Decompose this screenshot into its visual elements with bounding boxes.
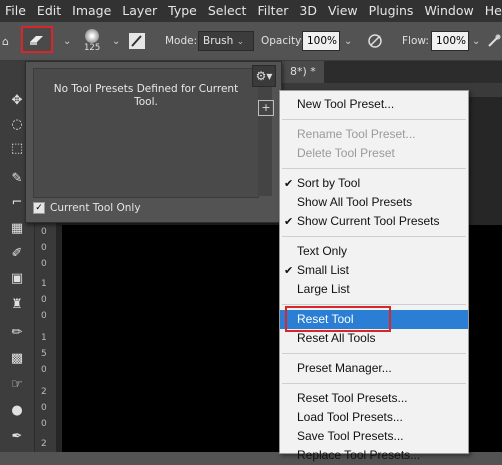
menu-edit[interactable]: Edit xyxy=(32,0,67,22)
menu-file[interactable]: File xyxy=(0,0,32,22)
menu-item-reset-tool-presets[interactable]: Reset Tool Presets... xyxy=(280,389,468,408)
menu-plugins[interactable]: Plugins xyxy=(364,0,420,22)
menu-bar: File Edit Image Layer Type Select Filter… xyxy=(0,0,502,22)
menu-item-rename-tool-preset: Rename Tool Preset... xyxy=(297,127,416,141)
menu-item-preset-manager[interactable]: Preset Manager... xyxy=(280,359,468,378)
menu-item-show-all-tool-presets[interactable]: Show All Tool Presets xyxy=(280,193,468,212)
brush-size-preview[interactable]: 125 xyxy=(84,22,100,60)
eyedropper-tool-icon[interactable]: ✎ xyxy=(9,171,25,187)
menu-separator xyxy=(282,119,466,120)
ruler-mark: 0 xyxy=(41,311,47,321)
lasso-tool-icon[interactable]: ◌ xyxy=(9,117,25,133)
brush-settings-icon[interactable] xyxy=(128,22,146,60)
menu-item-new-tool-preset[interactable]: New Tool Preset... xyxy=(280,95,468,114)
flow-input[interactable]: 100% xyxy=(431,31,469,51)
menu-separator xyxy=(282,304,466,305)
menu-window[interactable]: Window xyxy=(419,0,479,22)
menu-item-small-list[interactable]: Small List xyxy=(280,261,468,280)
brush-tool-icon[interactable]: ✏ xyxy=(9,325,25,341)
patch-tool-icon[interactable]: ▣ xyxy=(9,271,25,287)
eraser-icon xyxy=(30,35,43,45)
clone-stamp-tool-icon[interactable]: ♜ xyxy=(9,297,25,313)
empty-presets-message: No Tool Presets Defined for Current Tool… xyxy=(53,83,239,108)
ruler-mark: 2 xyxy=(41,387,47,397)
menu-item-text-only[interactable]: Text Only xyxy=(280,242,468,261)
crop-tool-icon[interactable]: ⌐ xyxy=(9,195,25,211)
opacity-label: Opacity: xyxy=(261,35,305,47)
ruler-mark: 5 xyxy=(41,349,47,359)
preset-list[interactable]: No Tool Presets Defined for Current Tool… xyxy=(33,68,259,198)
brush-picker-chevron-icon[interactable]: ⌄ xyxy=(108,22,120,60)
mode-value: Brush xyxy=(203,35,234,47)
smudge-tool-icon[interactable]: ☞ xyxy=(9,377,25,393)
tool-presets-panel: No Tool Presets Defined for Current Tool… xyxy=(25,61,282,223)
mode-label: Mode: xyxy=(165,35,198,47)
brush-tip-icon xyxy=(85,29,100,43)
menu-item-load-tool-presets[interactable]: Load Tool Presets... xyxy=(280,408,468,427)
brush-size-value: 125 xyxy=(84,43,101,53)
menu-separator xyxy=(282,353,466,354)
move-tool-icon[interactable]: ✥ xyxy=(9,93,25,109)
menu-item-delete-tool-preset: Delete Tool Preset xyxy=(297,146,395,160)
flow-chevron-icon[interactable]: ⌄ xyxy=(468,22,480,60)
menu-item-large-list[interactable]: Large List xyxy=(280,280,468,299)
menu-select[interactable]: Select xyxy=(203,0,253,22)
preset-options-menu: New Tool Preset... Rename Tool Preset...… xyxy=(279,90,469,462)
menu-filter[interactable]: Filter xyxy=(252,0,294,22)
tool-preset-picker[interactable] xyxy=(21,26,53,53)
ruler-mark: 2 xyxy=(41,439,47,449)
menu-item-sort-by-tool[interactable]: Sort by Tool xyxy=(280,174,468,193)
preset-list-scrollbar[interactable] xyxy=(258,68,272,196)
current-tool-only-checkbox[interactable]: ✓ Current Tool Only xyxy=(33,202,141,214)
menu-item-replace-tool-presets[interactable]: Replace Tool Presets... xyxy=(280,446,468,465)
ruler-mark: 0 xyxy=(41,295,47,305)
menu-item-save-tool-presets[interactable]: Save Tool Presets... xyxy=(280,427,468,446)
mode-select[interactable]: Brush ⌄ xyxy=(198,31,254,51)
menu-separator xyxy=(282,383,466,384)
menu-layer[interactable]: Layer xyxy=(117,0,163,22)
pressure-opacity-icon[interactable] xyxy=(366,22,384,60)
airbrush-icon[interactable] xyxy=(487,22,501,60)
menu-separator xyxy=(282,168,466,169)
ruler-mark: 0 xyxy=(41,243,47,253)
ruler-mark: 0 xyxy=(41,403,47,413)
frame-tool-icon[interactable]: ▦ xyxy=(9,221,25,237)
menu-image[interactable]: Image xyxy=(67,0,117,22)
ruler-mark: 0 xyxy=(41,227,47,237)
menu-item-show-current-tool-presets[interactable]: Show Current Tool Presets xyxy=(280,212,468,231)
ruler-mark: 1 xyxy=(41,279,47,289)
menu-separator xyxy=(282,236,466,237)
opacity-chevron-icon[interactable]: ⌄ xyxy=(340,22,352,60)
menu-view[interactable]: View xyxy=(323,0,364,22)
ruler-mark: 1 xyxy=(41,333,47,343)
select-tool-icon[interactable]: ⬚ xyxy=(9,141,25,157)
ruler-mark: 0 xyxy=(41,365,47,375)
reset-tool-annotation-box xyxy=(285,306,391,332)
flow-label: Flow: xyxy=(402,35,429,47)
opacity-input[interactable]: 100% xyxy=(302,31,340,51)
gradient-tool-icon[interactable]: ▩ xyxy=(9,351,25,367)
options-bar: ⌂ ⌄ 125 ⌄ Mode: Brush ⌄ Opacity: 100% ⌄ … xyxy=(0,22,502,61)
menu-type[interactable]: Type xyxy=(163,0,203,22)
pen-tool-icon[interactable]: ✒ xyxy=(9,429,25,445)
ruler-mark: 0 xyxy=(41,259,47,269)
spot-heal-tool-icon[interactable]: ✐ xyxy=(9,246,25,262)
home-icon[interactable]: ⌂ xyxy=(2,22,9,60)
new-preset-icon[interactable]: + xyxy=(258,100,274,116)
dodge-tool-icon[interactable]: ● xyxy=(9,403,25,419)
ruler-mark: 0 xyxy=(41,419,47,429)
checkbox-check-icon: ✓ xyxy=(33,202,45,214)
menu-help[interactable]: Help xyxy=(480,0,502,22)
menu-3d[interactable]: 3D xyxy=(294,0,323,22)
document-tab[interactable]: 8*) * xyxy=(282,61,324,83)
preset-picker-chevron-icon[interactable]: ⌄ xyxy=(59,22,71,60)
panel-menu-gear-icon[interactable]: ⚙▾ xyxy=(252,65,276,87)
current-tool-only-label: Current Tool Only xyxy=(50,202,141,214)
